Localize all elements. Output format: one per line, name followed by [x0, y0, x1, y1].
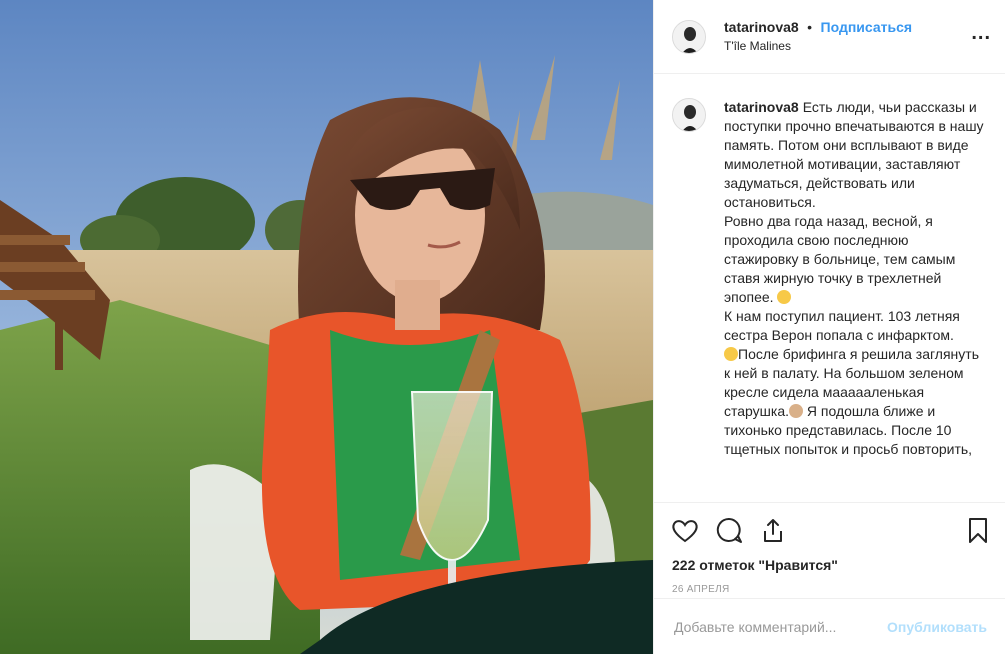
comment-input[interactable] — [672, 617, 888, 636]
post-photo[interactable] — [0, 0, 653, 654]
post-header: tatarinova8 • Подписаться T'île Malines … — [654, 0, 1005, 74]
action-icons — [670, 515, 993, 549]
location-link[interactable]: T'île Malines — [724, 37, 912, 55]
publish-button[interactable]: Опубликовать — [887, 619, 987, 635]
post-side-panel: tatarinova8 • Подписаться T'île Malines … — [653, 0, 1005, 654]
monkey-emoji-icon — [789, 404, 804, 418]
instagram-post: tatarinova8 • Подписаться T'île Malines … — [0, 0, 1005, 654]
post-date[interactable]: 26 АПРЕЛЯ — [672, 584, 729, 595]
comments-area[interactable]: tatarinova8 Есть люди, чьи рассказы и пос… — [654, 74, 1005, 502]
header-separator: • — [807, 19, 813, 35]
bookmark-icon[interactable] — [963, 515, 993, 545]
photo-illustration — [0, 0, 653, 654]
header-text: tatarinova8 • Подписаться T'île Malines — [724, 18, 912, 55]
post-actions: 222 отметок "Нравится" 26 АПРЕЛЯ Опублик… — [654, 502, 1005, 654]
heart-icon[interactable] — [670, 515, 700, 545]
comment-bubble-icon[interactable] — [714, 515, 744, 545]
more-dots-icon[interactable]: ... — [971, 22, 991, 45]
caption-text-part2: К нам поступил пациент. 103 летняя сестр… — [724, 308, 960, 343]
share-icon[interactable] — [758, 515, 788, 545]
caption-username[interactable]: tatarinova8 — [724, 99, 799, 115]
surprised-emoji-icon — [724, 347, 738, 361]
caption-text-part1: Есть люди, чьи рассказы и поступки прочн… — [724, 99, 984, 305]
header-username[interactable]: tatarinova8 — [724, 19, 799, 35]
follow-button[interactable]: Подписаться — [821, 19, 913, 35]
caption-avatar[interactable] — [672, 98, 706, 132]
add-comment-bar: Опубликовать — [654, 598, 1005, 654]
smile-emoji-icon — [777, 290, 792, 304]
avatar[interactable] — [672, 19, 706, 54]
likes-count[interactable]: 222 отметок "Нравится" — [672, 557, 838, 573]
caption: tatarinova8 Есть люди, чьи рассказы и пос… — [724, 98, 986, 502]
